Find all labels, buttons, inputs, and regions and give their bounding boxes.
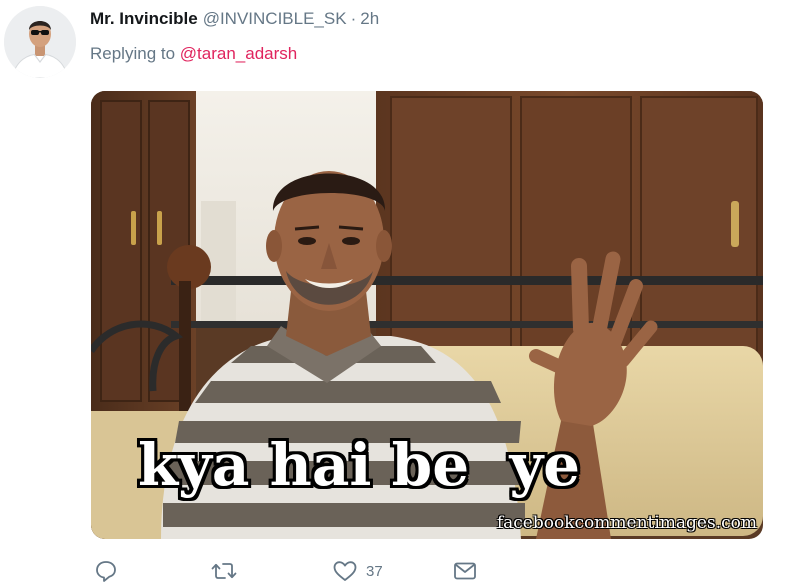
meme-caption: kya hai be ye	[138, 431, 581, 499]
reply-icon	[94, 559, 118, 583]
tweet-header: Mr. Invincible @INVINCIBLE_SK · 2h	[90, 8, 379, 30]
retweet-button[interactable]	[210, 558, 238, 584]
timestamp[interactable]: 2h	[360, 9, 379, 28]
avatar-image	[4, 6, 76, 78]
like-button[interactable]: 37	[332, 558, 383, 584]
tweet-actions: 37	[90, 558, 510, 586]
avatar[interactable]	[4, 6, 76, 78]
heart-icon	[332, 559, 358, 583]
replying-to-line: Replying to @taran_adarsh	[90, 43, 297, 65]
replying-to-label: Replying to	[90, 44, 176, 63]
display-name[interactable]: Mr. Invincible	[90, 9, 198, 28]
direct-message-button[interactable]	[452, 558, 478, 584]
reply-button[interactable]	[94, 558, 118, 584]
like-count: 37	[366, 562, 383, 580]
tweet-media-image[interactable]: kya hai be ye facebookcommentimages.com	[91, 91, 763, 539]
separator-dot: ·	[350, 9, 357, 28]
envelope-icon	[452, 559, 478, 583]
image-watermark: facebookcommentimages.com	[496, 513, 757, 533]
mention-link[interactable]: @taran_adarsh	[180, 44, 297, 63]
user-handle[interactable]: @INVINCIBLE_SK	[203, 9, 347, 28]
retweet-icon	[210, 559, 238, 583]
